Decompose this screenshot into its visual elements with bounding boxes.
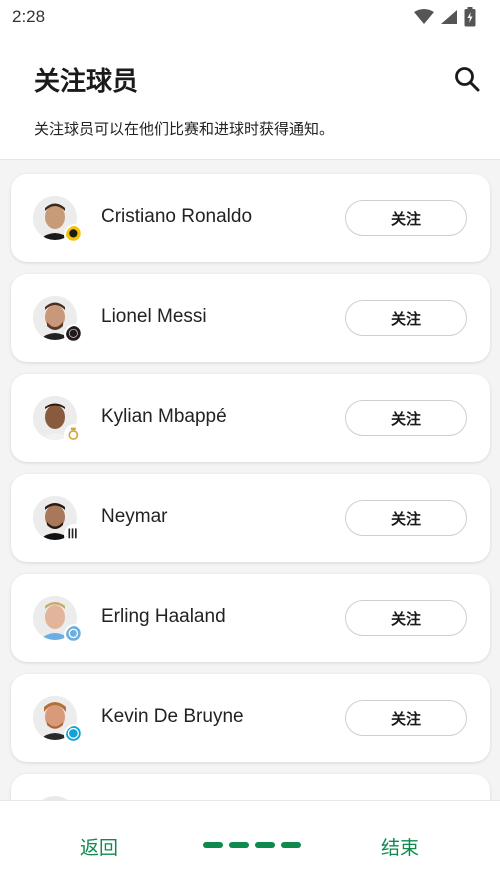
header: 关注球员 关注球员可以在他们比赛和进球时获得通知。 [0,34,500,160]
signal-icon [441,10,457,24]
player-name: Erling Haaland [101,606,226,627]
status-icons [414,7,476,27]
player-card[interactable]: Cristiano Ronaldo 关注 [11,174,490,262]
follow-button[interactable]: 关注 [345,300,467,336]
page-subtitle: 关注球员可以在他们比赛和进球时获得通知。 [34,120,335,138]
page-title: 关注球员 [34,67,139,97]
player-name: Lionel Messi [101,306,207,327]
player-card[interactable]: Kylian Mbappé 关注 [11,374,490,462]
follow-button[interactable]: 关注 [345,500,467,536]
search-icon [455,67,480,92]
step-progress-indicator [203,842,301,848]
search-button[interactable] [450,62,484,96]
club-badge-icon [64,324,86,346]
finish-button[interactable]: 结束 [381,833,419,860]
club-badge-icon [64,424,86,446]
club-badge-icon [64,724,86,746]
player-card[interactable]: Kevin De Bruyne 关注 [11,674,490,762]
player-name: Neymar [101,506,168,527]
wifi-icon [414,9,434,24]
follow-button[interactable]: 关注 [345,700,467,736]
back-button[interactable]: 返回 [80,833,118,860]
bottom-bar: 返回 结束 [0,800,500,889]
player-card-partial[interactable] [11,774,490,800]
follow-button[interactable]: 关注 [345,600,467,636]
club-badge-icon [64,524,86,546]
player-name: Kevin De Bruyne [101,706,244,727]
player-card[interactable]: Neymar 关注 [11,474,490,562]
status-time: 2:28 [12,7,46,26]
battery-icon [464,7,476,27]
progress-step [203,842,223,848]
progress-step [281,842,301,848]
club-badge-icon [64,224,86,246]
player-name: Cristiano Ronaldo [101,206,253,227]
player-card[interactable]: Lionel Messi 关注 [11,274,490,362]
club-badge-icon [64,624,86,646]
follow-button[interactable]: 关注 [345,200,467,236]
player-name: Kylian Mbappé [101,406,227,427]
status-bar: 2:28 [0,0,500,34]
player-card[interactable]: Erling Haaland 关注 [11,574,490,662]
progress-step [229,842,249,848]
follow-button[interactable]: 关注 [345,400,467,436]
player-list[interactable]: Cristiano Ronaldo 关注 Lionel Messi 关注 Kyl… [0,160,500,800]
progress-step [255,842,275,848]
